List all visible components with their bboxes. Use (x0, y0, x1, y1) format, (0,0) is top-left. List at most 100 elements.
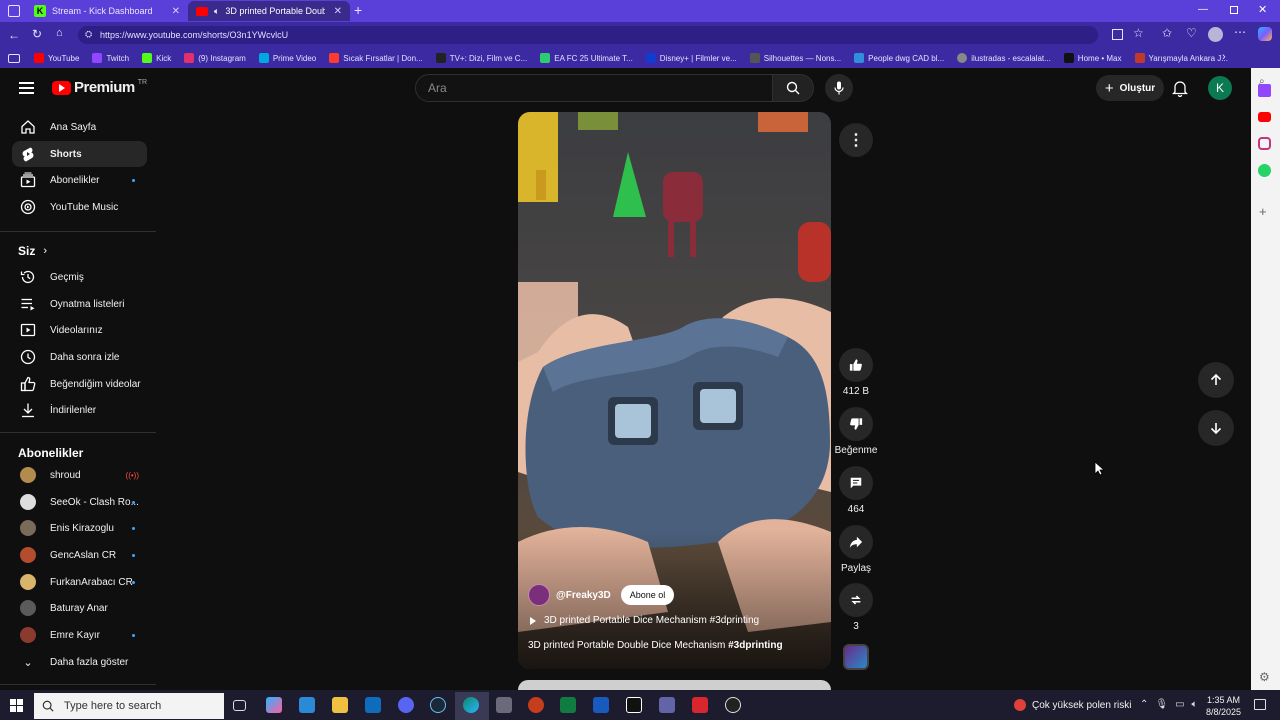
copilot-icon[interactable] (1258, 27, 1272, 41)
clock[interactable]: 1:35 AM 8/8/2025 (1206, 694, 1241, 718)
bookmark-silhouettes[interactable]: Silhouettes — Nons... (749, 53, 841, 63)
channel-avatar[interactable] (528, 584, 550, 606)
dislike-button[interactable]: Beğenme (835, 407, 877, 456)
chevron-up-icon[interactable]: ⌃ (1140, 699, 1148, 710)
obs-icon[interactable] (725, 697, 741, 713)
sidebar-sub-seeok[interactable]: SeeOk - Clash Ro... (12, 489, 147, 515)
sidebar-sub-emre-kayir[interactable]: Emre Kayır (12, 622, 147, 648)
linked-video[interactable]: 3D printed Portable Dice Mechanism #3dpr… (530, 615, 759, 626)
task-view-icon[interactable] (233, 700, 246, 711)
system-tray[interactable]: ⌃ 🎙︎ ▭ 🔈︎ (1140, 699, 1198, 710)
sidebar-item-youtube-music[interactable]: YouTube Music (12, 194, 147, 220)
close-icon[interactable]: ✕ (334, 6, 342, 17)
account-avatar[interactable]: K (1208, 76, 1232, 100)
teams-icon[interactable] (659, 697, 675, 713)
steam-icon[interactable] (430, 697, 446, 713)
search-button[interactable] (772, 74, 814, 102)
like-button[interactable]: 412 B (838, 348, 874, 397)
youtube-sidebar-icon[interactable] (1258, 112, 1271, 122)
favorite-star-icon[interactable]: ☆ (1133, 26, 1144, 40)
hashtag-link[interactable]: #3dprinting (728, 640, 782, 651)
discord-icon[interactable] (398, 697, 414, 713)
sidebar-item-subscriptions[interactable]: Abonelikler (12, 167, 147, 193)
youtube-premium-logo[interactable]: Premium TR (52, 79, 147, 96)
word-icon[interactable] (593, 697, 609, 713)
site-info-icon[interactable]: ⛭ (85, 29, 92, 40)
bookmark-prime-video[interactable]: Prime Video (258, 53, 316, 63)
notifications-button[interactable] (1172, 79, 1188, 97)
new-tab-button[interactable]: + (354, 2, 362, 18)
bookmarks-overflow-icon[interactable]: › (1222, 51, 1226, 63)
you-section-title[interactable]: Siz › (18, 244, 47, 258)
volume-icon[interactable]: 🔈︎ (1192, 699, 1198, 710)
network-icon[interactable]: ▭ (1175, 699, 1184, 710)
split-screen-icon[interactable] (1112, 29, 1123, 40)
bookmark-ilustradas[interactable]: ilustradas - escalalat... (957, 53, 1051, 63)
subscribe-button[interactable]: Abone ol (620, 585, 675, 605)
sidebar-item-history[interactable]: Geçmiş (12, 264, 147, 290)
bookmark-twitch[interactable]: Twitch (92, 53, 129, 63)
store-icon[interactable] (299, 697, 315, 713)
weather-widget[interactable]: Çok yüksek polen riski (1014, 699, 1131, 711)
sidebar-item-liked-videos[interactable]: Beğendiğim videolar (12, 371, 147, 397)
sidebar-item-shorts[interactable]: Shorts (12, 141, 147, 167)
bookmark-tv-plus[interactable]: TV+: Dizi, Film ve C... (435, 53, 527, 63)
more-options-button[interactable]: ⋮ (838, 123, 874, 157)
sidebar-item-your-videos[interactable]: Videolarınız (12, 317, 147, 343)
bookmark-youtube[interactable]: YouTube (34, 53, 79, 63)
previous-short-button[interactable] (1198, 362, 1234, 398)
sound-source-thumbnail[interactable] (843, 644, 869, 670)
hamburger-menu-icon[interactable] (19, 82, 34, 94)
refresh-icon[interactable]: ↻ (32, 27, 42, 41)
remix-button[interactable]: 3 (838, 583, 874, 632)
sidebar-sub-gencaslan[interactable]: GencAslan CR (12, 542, 147, 568)
maximize-button[interactable] (1230, 6, 1238, 14)
speaker-icon[interactable]: 🔈︎ (214, 6, 219, 17)
comments-button[interactable]: 464 (838, 466, 874, 515)
acrobat-icon[interactable] (692, 697, 708, 713)
sidebar-item-playlists[interactable]: Oynatma listeleri (12, 291, 147, 317)
notification-center-icon[interactable] (1254, 699, 1266, 710)
bookmark-instagram[interactable]: (9) Instagram (184, 53, 246, 63)
short-video-player[interactable]: @Freaky3D Abone ol 3D printed Portable D… (518, 112, 831, 669)
create-button[interactable]: + Oluştur (1096, 75, 1164, 101)
sidebar-sub-furkanarabaci[interactable]: FurkanArabacı CR (12, 569, 147, 595)
edge-icon[interactable] (463, 697, 479, 713)
reading-list-icon[interactable] (8, 53, 20, 63)
bookmark-ea-fc[interactable]: EA FC 25 Ultimate T... (540, 53, 633, 63)
search-input[interactable]: Ara (415, 74, 773, 102)
browser-essentials-icon[interactable]: ♡ (1186, 26, 1197, 40)
profile-avatar[interactable] (1208, 27, 1223, 42)
sidebar-sub-shroud[interactable]: shroud ((•)) (12, 462, 147, 488)
tab-kick-dashboard[interactable]: K Stream - Kick Dashboard ✕ (26, 1, 188, 21)
show-more-button[interactable]: ⌄ Daha fazla göster (12, 649, 147, 675)
bookmark-kick[interactable]: Kick (142, 53, 171, 63)
add-sidebar-app-icon[interactable]: + (1259, 204, 1267, 219)
capcut-icon[interactable] (626, 697, 642, 713)
sidebar-item-watch-later[interactable]: Daha sonra izle (12, 344, 147, 370)
home-icon[interactable]: ⌂ (56, 27, 63, 39)
sidebar-item-downloads[interactable]: İndirilenler (12, 397, 147, 423)
instagram-sidebar-icon[interactable] (1258, 137, 1271, 150)
bookmark-max[interactable]: Home • Max (1063, 53, 1122, 63)
bookmark-sicak-firsatlar[interactable]: Sıcak Fırsatlar | Don... (329, 53, 423, 63)
taskbar-search[interactable]: Type here to search (34, 693, 224, 719)
channel-handle[interactable]: @Freaky3D (556, 590, 611, 601)
more-menu-icon[interactable]: ⋯ (1234, 25, 1246, 39)
outlook-icon[interactable] (365, 697, 381, 713)
app-icon[interactable] (496, 697, 512, 713)
tab-youtube-short[interactable]: 🔈︎ 3D printed Portable Double ✕ (188, 1, 350, 21)
window-menu-icon[interactable] (8, 5, 20, 17)
start-button[interactable] (10, 699, 23, 712)
sidebar-settings-icon[interactable]: ⚙ (1259, 670, 1270, 684)
share-button[interactable]: Paylaş (838, 525, 874, 574)
minimize-button[interactable]: — (1198, 4, 1208, 15)
copilot-taskbar-icon[interactable] (266, 697, 282, 713)
close-window-button[interactable]: ✕ (1258, 3, 1267, 16)
microphone-tray-icon[interactable]: 🎙︎ (1155, 699, 1168, 710)
sidebar-sub-enis-kirazoglu[interactable]: Enis Kirazoglu (12, 515, 147, 541)
url-field[interactable]: ⛭ https://www.youtube.com/shorts/O3n1YWc… (78, 26, 1098, 44)
next-short-button[interactable] (1198, 410, 1234, 446)
file-explorer-icon[interactable] (332, 697, 348, 713)
favorites-icon[interactable]: ✩ (1162, 26, 1172, 40)
